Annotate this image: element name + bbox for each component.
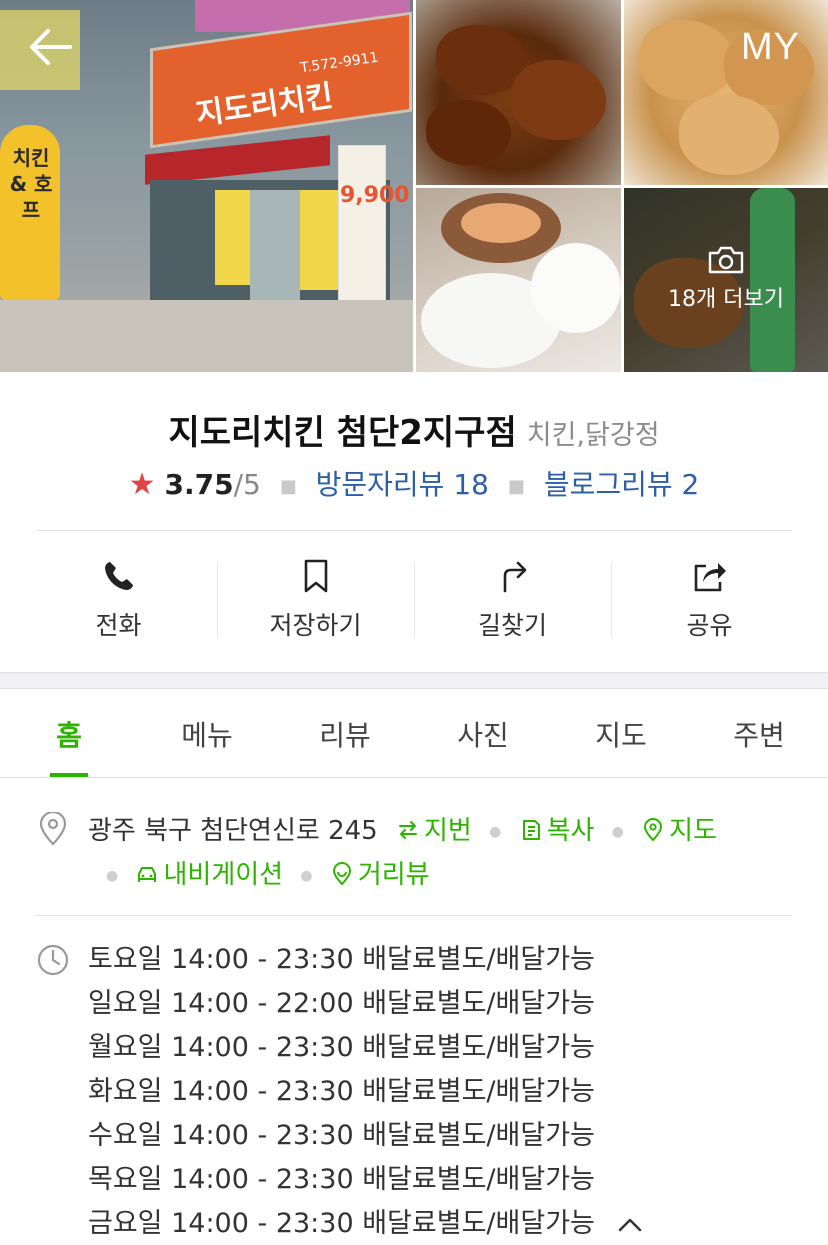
tab-map[interactable]: 지도 — [552, 690, 690, 777]
address-text: 광주 북구 첨단연신로 245 — [88, 816, 378, 846]
map-label: 지도 — [669, 816, 717, 846]
pavement — [0, 300, 413, 372]
food-photo[interactable] — [416, 0, 621, 185]
tab-home[interactable]: 홈 — [0, 690, 138, 777]
divider — [36, 530, 792, 531]
clock-icon — [37, 944, 69, 976]
location-pin-icon — [39, 812, 67, 846]
chicken-piece — [426, 100, 511, 165]
directions-icon — [503, 561, 526, 593]
section-gap — [0, 672, 828, 689]
copy-label: 복사 — [546, 816, 595, 846]
save-label: 저장하기 — [269, 611, 362, 640]
divider — [36, 915, 792, 916]
menu-poster — [300, 190, 340, 290]
my-button[interactable]: MY — [741, 26, 800, 69]
street-view-icon — [332, 862, 351, 886]
chicken-piece — [639, 20, 734, 100]
action-bar: 전화 저장하기 길찾기 공유 — [20, 548, 808, 648]
directions-button[interactable]: 길찾기 — [414, 548, 611, 648]
blog-reviews-link[interactable]: 블로그리뷰 2 — [544, 468, 700, 501]
copy-icon — [522, 820, 540, 840]
arrow-left-icon[interactable] — [22, 22, 78, 72]
navigation-button[interactable]: 내비게이션 — [135, 860, 291, 890]
share-button[interactable]: 공유 — [611, 548, 808, 648]
snack — [461, 203, 541, 243]
share-icon — [694, 563, 726, 592]
address-row: 광주 북구 첨단연신로 245 지번 ● 복사 ● 지도 — [88, 810, 717, 847]
chevron-up-icon[interactable] — [617, 1216, 643, 1234]
separator-dot: ● — [489, 823, 502, 840]
chicken-piece — [511, 60, 606, 140]
store-name: 지도리치킨 첨단2지구점 — [168, 413, 517, 453]
sauce-dish — [531, 243, 621, 333]
rating-row: ★ 3.75/5 ■ 방문자리뷰 18 ■ 블로그리뷰 2 — [0, 463, 828, 503]
separator-dot: ● — [611, 823, 624, 840]
lot-number-button[interactable]: 지번 — [396, 816, 480, 846]
rating-max: /5 — [233, 468, 261, 501]
hours-thursday: 목요일 14:00 - 23:30 배달료별도/배달가능 — [88, 1164, 595, 1195]
hours-monday: 월요일 14:00 - 23:30 배달료별도/배달가능 — [88, 1032, 595, 1063]
menu-poster — [215, 190, 250, 285]
map-pin-icon — [644, 818, 663, 842]
more-photos-label: 18개 더보기 — [668, 287, 784, 312]
price-banner — [338, 145, 386, 305]
map-button[interactable]: 지도 — [641, 816, 717, 846]
bookmark-icon — [304, 559, 327, 593]
tab-reviews[interactable]: 리뷰 — [276, 690, 414, 777]
rating-score: 3.75 — [164, 468, 234, 501]
price-banner-text: 9,900 — [340, 183, 410, 208]
store-category: 치킨,닭강정 — [526, 420, 660, 451]
business-hours[interactable]: 토요일 14:00 - 23:30 배달료별도/배달가능 일요일 14:00 -… — [88, 940, 643, 1245]
address-row-2: ● 내비게이션 ● 거리뷰 — [88, 854, 430, 891]
phone-icon — [104, 562, 133, 590]
chicken-piece — [679, 95, 779, 175]
balloon-text: 치킨 & 호프 — [9, 146, 53, 222]
more-photos-button[interactable]: 18개 더보기 — [624, 245, 828, 313]
tab-menu[interactable]: 메뉴 — [138, 690, 276, 777]
call-label: 전화 — [95, 611, 142, 640]
save-button[interactable]: 저장하기 — [217, 548, 414, 648]
hours-tuesday: 화요일 14:00 - 23:30 배달료별도/배달가능 — [88, 1076, 595, 1107]
hours-sunday: 일요일 14:00 - 22:00 배달료별도/배달가능 — [88, 988, 595, 1019]
navigation-label: 내비게이션 — [163, 860, 284, 890]
separator-dot: ● — [300, 867, 313, 884]
photo-gallery[interactable]: 지도리치킨 T.572-9911 9,900 치킨 & 호프 MY 18개 더보… — [0, 0, 828, 374]
street-view-label: 거리뷰 — [357, 860, 430, 890]
store-title-row: 지도리치킨 첨단2지구점 치킨,닭강정 — [0, 405, 828, 454]
share-label: 공유 — [686, 611, 733, 640]
car-icon — [138, 867, 157, 882]
call-button[interactable]: 전화 — [20, 548, 217, 648]
separator-dot: ● — [106, 867, 119, 884]
tab-bar: 홈 메뉴 리뷰 사진 지도 주변 — [0, 690, 828, 778]
separator-dot: ■ — [279, 475, 297, 497]
hours-friday-row: 금요일 14:00 - 23:30 배달료별도/배달가능 — [88, 1204, 643, 1245]
swap-icon — [398, 821, 417, 839]
hours-saturday: 토요일 14:00 - 23:30 배달료별도/배달가능 — [88, 944, 595, 975]
copy-button[interactable]: 복사 — [519, 816, 603, 846]
separator-dot: ■ — [507, 475, 525, 497]
hours-friday: 금요일 14:00 - 23:30 배달료별도/배달가능 — [88, 1208, 595, 1239]
visitor-reviews-link[interactable]: 방문자리뷰 18 — [316, 468, 489, 501]
side-dish-photo[interactable] — [416, 188, 621, 372]
tab-nearby[interactable]: 주변 — [690, 690, 828, 777]
hours-wednesday: 수요일 14:00 - 23:30 배달료별도/배달가능 — [88, 1120, 595, 1151]
tab-photos[interactable]: 사진 — [414, 690, 552, 777]
street-view-button[interactable]: 거리뷰 — [330, 860, 430, 890]
camera-icon — [708, 246, 744, 274]
directions-label: 길찾기 — [477, 611, 547, 640]
lot-number-label: 지번 — [423, 816, 472, 846]
star-icon: ★ — [128, 467, 156, 502]
shop-door — [250, 190, 300, 305]
